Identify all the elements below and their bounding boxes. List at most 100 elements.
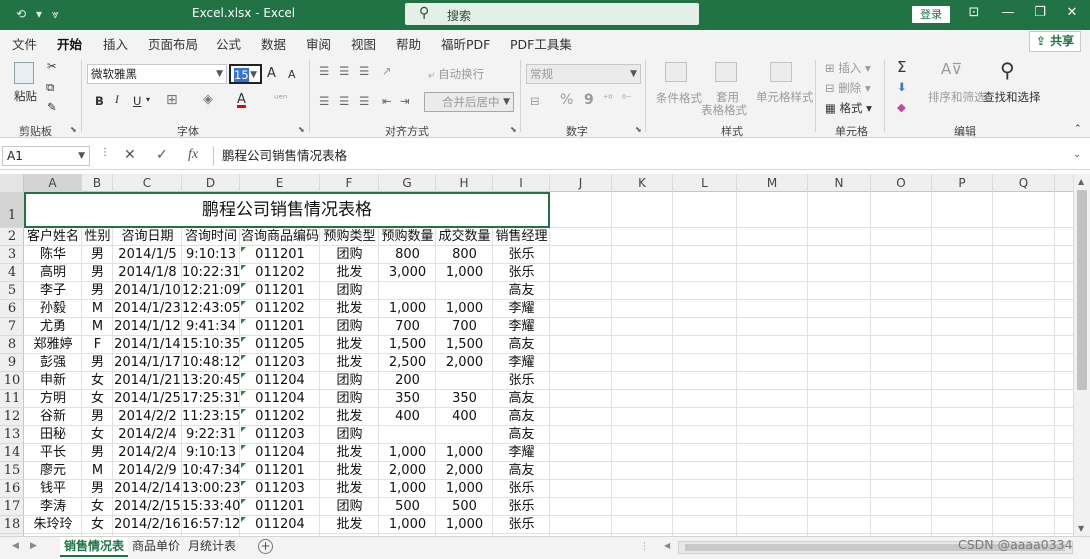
data-cell[interactable]: 男 [82, 408, 113, 426]
restore-icon[interactable]: ❐ [1030, 5, 1050, 20]
scroll-up-icon[interactable]: ▲ [1078, 177, 1084, 186]
data-cell[interactable]: 2014/2/15 [113, 498, 182, 516]
column-header-b[interactable]: B [82, 174, 113, 192]
column-header-k[interactable]: K [612, 174, 673, 192]
column-header-f[interactable]: F [320, 174, 379, 192]
column-header-l[interactable]: L [673, 174, 737, 192]
increase-decimal-icon[interactable]: ⁺⁰ [603, 94, 612, 105]
orientation-icon[interactable]: ↗ [382, 64, 392, 78]
data-cell[interactable]: 2014/1/17 [113, 354, 182, 372]
column-header-a[interactable]: A [24, 174, 82, 192]
data-cell[interactable]: 12:21:09 [182, 282, 240, 300]
font-launcher-icon[interactable]: ⬊ [298, 125, 305, 134]
tab-pdf-tools[interactable]: PDF工具集 [510, 34, 572, 53]
tab-page-layout[interactable]: 页面布局 [148, 34, 198, 53]
cell-styles-button[interactable]: 单元格样式 [756, 89, 814, 105]
column-header-o[interactable]: O [871, 174, 932, 192]
data-cell[interactable]: 2,500 [379, 354, 436, 372]
data-cell[interactable]: 张乐 [493, 516, 550, 534]
row-header-16[interactable]: 16 [0, 480, 24, 498]
data-cell[interactable]: 10:47:34 [182, 462, 240, 480]
insert-function-icon[interactable]: fx [188, 147, 198, 163]
data-cell[interactable]: 孙毅 [24, 300, 82, 318]
data-cell[interactable]: 批发 [320, 444, 379, 462]
data-cell[interactable]: 男 [82, 282, 113, 300]
column-label-cell[interactable]: 成交数量 [436, 228, 493, 246]
tab-home[interactable]: 开始 [57, 34, 83, 58]
font-size-combo[interactable]: 15 ▼ [229, 64, 262, 84]
vertical-scroll-thumb[interactable] [1077, 190, 1087, 390]
tab-file[interactable]: 文件 [12, 34, 37, 53]
tab-view[interactable]: 视图 [351, 34, 376, 53]
data-cell[interactable]: 张乐 [493, 246, 550, 264]
data-cell[interactable]: 团购 [320, 426, 379, 444]
currency-icon[interactable]: ⊟ [530, 94, 540, 108]
data-cell[interactable]: 2014/2/16 [113, 516, 182, 534]
data-cell[interactable]: 2,000 [379, 462, 436, 480]
tab-formulas[interactable]: 公式 [216, 34, 241, 53]
data-cell[interactable]: 团购 [320, 246, 379, 264]
clipboard-launcher-icon[interactable]: ⬊ [70, 125, 77, 134]
data-cell[interactable]: 16:57:12 [182, 516, 240, 534]
font-name-combo[interactable]: 微软雅黑 ▼ [87, 64, 227, 84]
data-cell[interactable]: 批发 [320, 336, 379, 354]
data-cell[interactable]: 011201 [240, 498, 320, 516]
column-header-i[interactable]: I [493, 174, 550, 192]
data-cell[interactable]: 2014/1/12 [113, 318, 182, 336]
prev-sheet-icon[interactable]: ◀ [12, 541, 19, 551]
decrease-decimal-icon[interactable]: ⁰⁻ [622, 94, 631, 105]
data-cell[interactable]: 男 [82, 264, 113, 282]
data-cell[interactable]: 2,000 [436, 462, 493, 480]
align-left-icon[interactable]: ☰ [319, 94, 329, 108]
data-cell[interactable]: 1,500 [436, 336, 493, 354]
autosum-icon[interactable]: Σ [897, 58, 906, 76]
data-cell[interactable]: 女 [82, 372, 113, 390]
data-cell[interactable]: 高友 [493, 336, 550, 354]
data-cell[interactable]: 谷新 [24, 408, 82, 426]
data-cell[interactable]: 2014/1/23 [113, 300, 182, 318]
data-cell[interactable]: 2014/2/9 [113, 462, 182, 480]
data-cell[interactable]: 011201 [240, 282, 320, 300]
autosave-icon[interactable]: ⟲ [16, 7, 26, 21]
close-icon[interactable]: ✕ [1062, 5, 1082, 20]
column-header-m[interactable]: M [737, 174, 808, 192]
data-cell[interactable]: 高友 [493, 390, 550, 408]
data-cell[interactable]: 女 [82, 498, 113, 516]
decrease-indent-icon[interactable]: ⇤ [382, 94, 392, 108]
data-cell[interactable]: 011203 [240, 354, 320, 372]
data-cell[interactable]: 张乐 [493, 372, 550, 390]
find-select-button[interactable]: 查找和选择 [983, 89, 1041, 105]
scroll-left-icon[interactable]: ◀ [664, 541, 670, 550]
align-middle-icon[interactable]: ☰ [339, 64, 349, 78]
data-cell[interactable]: M [82, 462, 113, 480]
data-cell[interactable]: 700 [436, 318, 493, 336]
cut-icon[interactable]: ✂ [47, 59, 57, 73]
data-cell[interactable]: 高友 [493, 282, 550, 300]
column-header-h[interactable]: H [436, 174, 493, 192]
data-cell[interactable]: 钱平 [24, 480, 82, 498]
collapse-ribbon-icon[interactable]: ⌃ [1074, 124, 1082, 134]
data-cell[interactable]: 400 [436, 408, 493, 426]
borders-icon[interactable]: ⊞ [166, 92, 178, 108]
data-cell[interactable]: 17:25:31 [182, 390, 240, 408]
copy-icon[interactable]: ⧉ [46, 80, 54, 95]
name-box[interactable]: A1 ▼ [2, 146, 90, 166]
data-cell[interactable]: 9:41:34 [182, 318, 240, 336]
row-header-8[interactable]: 8 [0, 336, 24, 354]
data-cell[interactable]: 2014/1/25 [113, 390, 182, 408]
italic-button[interactable]: I [115, 94, 119, 106]
row-header-17[interactable]: 17 [0, 498, 24, 516]
data-cell[interactable]: 2014/2/14 [113, 480, 182, 498]
data-cell[interactable]: 10:48:12 [182, 354, 240, 372]
data-cell[interactable]: 1,000 [436, 480, 493, 498]
paste-button[interactable]: 粘贴 [14, 88, 37, 104]
tab-foxit-pdf[interactable]: 福昕PDF [441, 34, 490, 53]
data-cell[interactable] [379, 282, 436, 300]
data-cell[interactable]: 张乐 [493, 264, 550, 282]
column-label-cell[interactable]: 咨询商品编码 [240, 228, 320, 246]
data-cell[interactable]: 011202 [240, 408, 320, 426]
data-cell[interactable]: 1,000 [379, 300, 436, 318]
data-cell[interactable]: 800 [379, 246, 436, 264]
data-cell[interactable]: F [82, 336, 113, 354]
sheet-tab-prices[interactable]: 商品单价 [128, 537, 184, 557]
